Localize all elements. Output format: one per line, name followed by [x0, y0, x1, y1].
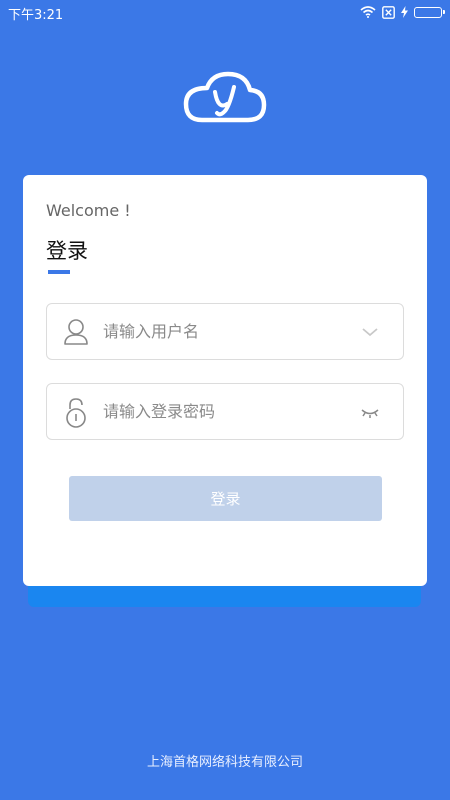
battery-icon [414, 6, 445, 18]
username-field [46, 303, 404, 360]
status-icons [360, 4, 445, 20]
cloud-logo-icon [182, 70, 268, 124]
wifi-icon [360, 6, 376, 18]
status-time: 下午3:21 [8, 8, 64, 23]
login-title: 登录 [46, 239, 88, 263]
chevron-down-icon[interactable] [359, 322, 381, 342]
password-input[interactable] [103, 384, 353, 439]
lock-icon [62, 397, 90, 428]
welcome-text: Welcome ! [46, 201, 131, 220]
username-input[interactable] [103, 304, 353, 359]
sim-icon [382, 5, 395, 19]
eye-closed-icon[interactable] [359, 402, 381, 422]
login-button[interactable]: 登录 [69, 476, 382, 521]
user-icon [62, 317, 90, 347]
card-shadow [28, 585, 421, 607]
status-bar: 下午3:21 [0, 0, 450, 24]
password-field [46, 383, 404, 440]
company-name: 上海首格网络科技有限公司 [146, 755, 303, 770]
login-card: Welcome ! 登录 请输入用户名 登录 [23, 175, 427, 586]
charge-icon [401, 6, 408, 18]
title-underline [48, 270, 70, 274]
